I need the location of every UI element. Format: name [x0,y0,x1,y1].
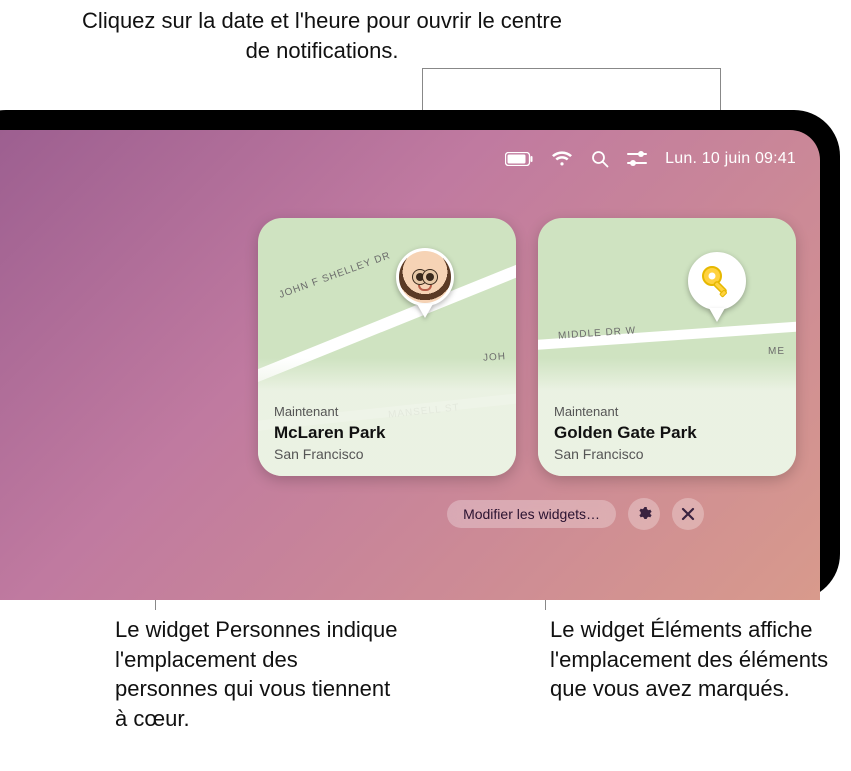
widgets-row: JOHN F SHELLEY DR MANSELL ST JOH Mainten… [258,218,796,476]
callout-people-widget: Le widget Personnes indique l'emplacemen… [115,615,405,734]
edit-widgets-label: Modifier les widgets… [463,506,600,522]
overlay-title: McLaren Park [274,423,500,443]
key-icon [697,261,737,301]
widget-info-overlay: Maintenant Golden Gate Park San Francisc… [538,358,796,476]
callout-connector-top [422,68,722,113]
overlay-time: Maintenant [274,404,500,419]
control-center-icon[interactable] [627,151,647,167]
road-label: ME [768,346,785,357]
menu-bar: Lun. 10 juin 09:41 [505,144,820,174]
map-pin-person [396,248,454,322]
memoji-avatar [399,251,451,303]
search-icon[interactable] [591,150,609,168]
widget-find-my-people[interactable]: JOHN F SHELLEY DR MANSELL ST JOH Mainten… [258,218,516,476]
screen: Lun. 10 juin 09:41 JOHN F SHELLEY DR MAN… [0,130,820,600]
overlay-subtitle: San Francisco [554,446,780,462]
callout-open-notification-center: Cliquez sur la date et l'heure pour ouvr… [72,6,572,65]
close-icon [681,507,695,521]
map-pin-item [688,252,746,326]
gear-icon [636,506,652,522]
device-frame: Lun. 10 juin 09:41 JOHN F SHELLEY DR MAN… [0,110,840,600]
overlay-title: Golden Gate Park [554,423,780,443]
widget-info-overlay: Maintenant McLaren Park San Francisco [258,358,516,476]
widget-toolbar: Modifier les widgets… [447,498,704,530]
close-widgets-button[interactable] [672,498,704,530]
wifi-icon[interactable] [551,151,573,167]
callout-items-widget: Le widget Éléments affiche l'emplacement… [550,615,840,704]
menubar-datetime[interactable]: Lun. 10 juin 09:41 [665,150,796,168]
overlay-time: Maintenant [554,404,780,419]
edit-widgets-button[interactable]: Modifier les widgets… [447,500,616,528]
widget-settings-button[interactable] [628,498,660,530]
battery-icon[interactable] [505,152,533,166]
widget-find-my-items[interactable]: MIDDLE DR W ME Maintenant [538,218,796,476]
overlay-subtitle: San Francisco [274,446,500,462]
